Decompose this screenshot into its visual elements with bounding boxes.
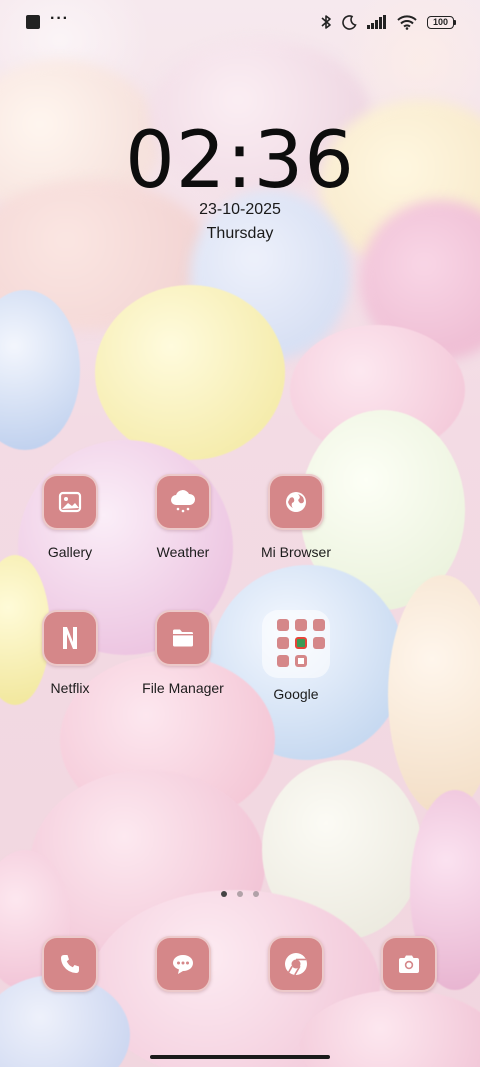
globe-icon (268, 474, 324, 530)
bluetooth-icon (320, 14, 332, 30)
battery-icon: 100 (427, 15, 456, 29)
page-dot-2[interactable] (237, 891, 243, 897)
youtube-music-icon (295, 655, 307, 667)
moon-icon (342, 14, 357, 30)
netflix-icon (42, 610, 98, 666)
messages-icon (155, 936, 211, 992)
meet-icon (277, 655, 289, 667)
folder-icon (155, 610, 211, 666)
more-dots-icon: ··· (50, 10, 69, 27)
app-netflix[interactable]: Netflix (15, 610, 125, 696)
app-mi-browser[interactable]: Mi Browser (241, 474, 351, 560)
dock-phone[interactable] (42, 936, 98, 992)
weather-cloud-icon (155, 474, 211, 530)
maps-icon (313, 619, 325, 631)
camera-icon (381, 936, 437, 992)
clock-date: 23-10-2025 (199, 201, 281, 218)
app-label: File Manager (142, 680, 224, 696)
app-label: Weather (156, 544, 210, 560)
battery-tip (454, 19, 456, 25)
app-weather[interactable]: Weather (128, 474, 238, 560)
battery-level: 100 (427, 15, 454, 29)
status-right: 100 (320, 14, 456, 30)
app-folder-google[interactable]: Google (241, 610, 351, 702)
gallery-icon (42, 474, 98, 530)
square-notification-icon (26, 15, 40, 29)
app-label: Netflix (50, 680, 90, 696)
folder-label: Google (273, 686, 319, 702)
dock-chrome[interactable] (268, 936, 324, 992)
app-label: Gallery (47, 544, 93, 560)
wifi-icon (397, 14, 417, 30)
chrome-mini-icon (295, 637, 307, 649)
status-left: ··· (26, 11, 69, 29)
page-indicator (0, 891, 480, 897)
google-app-icon (277, 619, 289, 631)
drive-icon (277, 637, 289, 649)
dock-camera[interactable] (381, 936, 437, 992)
clock-time[interactable]: 02:36 (0, 116, 480, 206)
signal-icon (367, 15, 387, 29)
page-dot-3[interactable] (253, 891, 259, 897)
gmail-icon (295, 619, 307, 631)
photos-icon (313, 637, 325, 649)
empty-slot (313, 655, 325, 667)
phone-icon (42, 936, 98, 992)
page-dot-1[interactable] (221, 891, 227, 897)
chrome-icon (268, 936, 324, 992)
dock-messages[interactable] (155, 936, 211, 992)
app-label: Mi Browser (260, 544, 331, 560)
status-bar: ··· 100 (0, 0, 480, 44)
app-file-manager[interactable]: File Manager (128, 610, 238, 696)
app-gallery[interactable]: Gallery (15, 474, 125, 560)
home-gesture-bar[interactable] (150, 1055, 330, 1059)
google-folder-icon (262, 610, 330, 678)
clock-weekday: Thursday (206, 225, 274, 242)
